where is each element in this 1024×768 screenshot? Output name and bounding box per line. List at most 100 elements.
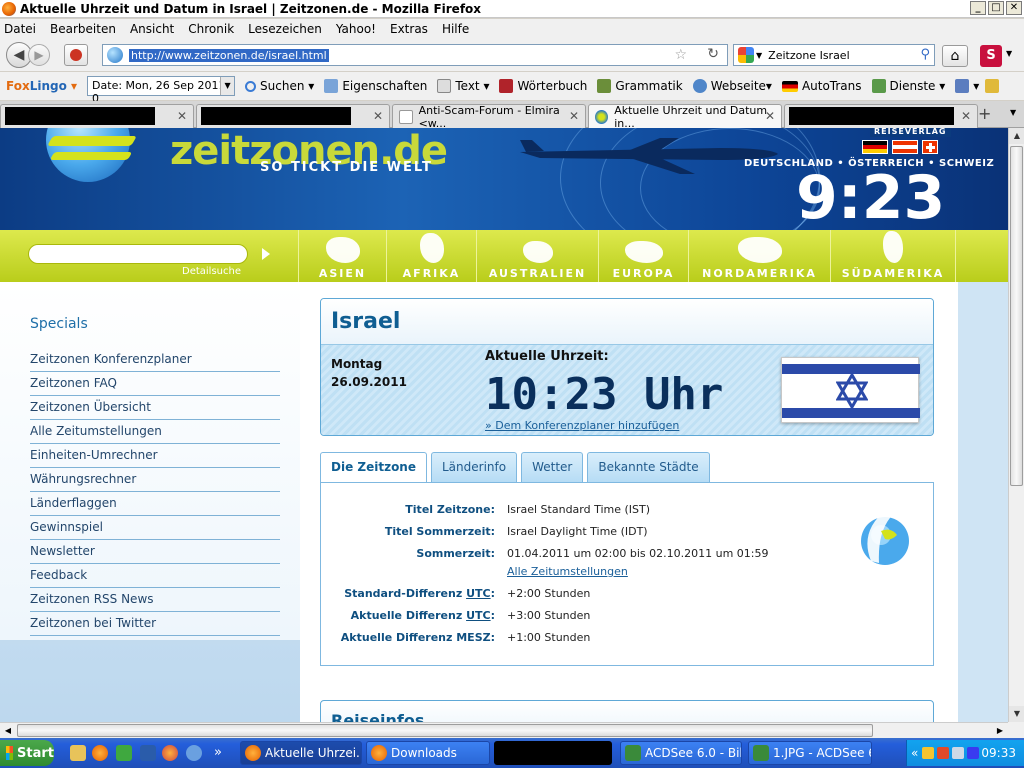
date-select[interactable]: Date: Mon, 26 Sep 2011 0 ▼	[87, 76, 236, 105]
toolbar-tools[interactable]: ▾	[955, 79, 1003, 93]
foxlingo-logo[interactable]: FoxLingo ▾	[6, 79, 77, 93]
site-identity-icon[interactable]	[107, 47, 123, 63]
browser-tab[interactable]: ✕	[784, 104, 978, 128]
utc-link[interactable]: UTC	[466, 587, 491, 600]
germany-flag-icon[interactable]	[862, 140, 888, 154]
scroll-thumb[interactable]	[17, 724, 873, 737]
toolbar-eigenschaften[interactable]: Eigenschaften	[324, 79, 427, 93]
tray-network-icon[interactable]	[952, 747, 965, 759]
toolbar-suchen[interactable]: Suchen ▾	[245, 79, 314, 93]
close-button[interactable]: ✕	[1006, 1, 1022, 15]
horizontal-scrollbar[interactable]: ◀ ▶	[0, 722, 1008, 738]
chevron-down-icon[interactable]: ▼	[220, 77, 235, 95]
close-tab-icon[interactable]: ✕	[373, 109, 383, 123]
reload-icon[interactable]: ↻	[707, 46, 719, 62]
tab-bekannte-staedte[interactable]: Bekannte Städte	[587, 452, 710, 482]
specials-item[interactable]: Zeitzonen bei Twitter	[30, 612, 280, 636]
specials-item[interactable]: Einheiten-Umrechner	[30, 444, 280, 468]
quicklaunch-more-icon[interactable]: »	[214, 745, 226, 761]
browser-tab[interactable]: ✕	[196, 104, 390, 128]
tray-expand-icon[interactable]: «	[911, 746, 918, 760]
browser-tab[interactable]: ✕	[0, 104, 194, 128]
menu-yahoo[interactable]: Yahoo!	[336, 22, 376, 36]
close-tab-icon[interactable]: ✕	[569, 109, 579, 123]
toolbar-dienste[interactable]: Dienste ▾	[871, 79, 945, 93]
search-input[interactable]: Zeitzone Israel	[768, 49, 849, 62]
scroll-left-icon[interactable]: ◀	[0, 723, 16, 739]
search-icon[interactable]: ⚲	[920, 47, 930, 62]
scroll-right-icon[interactable]: ▶	[992, 723, 1008, 739]
folder-icon[interactable]	[70, 745, 86, 761]
specials-item[interactable]: Währungsrechner	[30, 468, 280, 492]
app-quicklaunch-icon[interactable]	[116, 745, 132, 761]
continent-asien[interactable]: ASIEN	[298, 230, 386, 282]
tab-die-zeitzone[interactable]: Die Zeitzone	[320, 452, 427, 483]
continent-afrika[interactable]: AFRIKA	[386, 230, 476, 282]
taskbar-item-redacted[interactable]	[494, 741, 612, 765]
firefox-quicklaunch-icon[interactable]	[92, 745, 108, 761]
new-tab-icon[interactable]: +	[978, 104, 991, 123]
tab-wetter[interactable]: Wetter	[521, 452, 584, 482]
scroll-up-icon[interactable]: ▲	[1009, 128, 1024, 144]
media-player-icon[interactable]	[186, 745, 202, 761]
tray-app-icon[interactable]	[922, 747, 935, 759]
forward-button[interactable]: ▶	[28, 44, 50, 66]
continent-australien[interactable]: AUSTRALIEN	[476, 230, 598, 282]
scroll-down-icon[interactable]: ▼	[1009, 706, 1024, 722]
taskbar-item-acdsee[interactable]: ACDSee 6.0 - Bild...	[620, 741, 742, 765]
specials-item[interactable]: Zeitzonen Konferenzplaner	[30, 348, 280, 372]
specials-item[interactable]: Alle Zeitumstellungen	[30, 420, 280, 444]
continent-europa[interactable]: EUROPA	[598, 230, 688, 282]
toolbar-webseite[interactable]: Webseite ▾	[692, 79, 772, 93]
maximize-button[interactable]: □	[988, 1, 1004, 15]
menu-datei[interactable]: Datei	[4, 22, 36, 36]
menu-hilfe[interactable]: Hilfe	[442, 22, 469, 36]
toolbar-text[interactable]: Text ▾	[437, 79, 489, 93]
specials-item[interactable]: Gewinnspiel	[30, 516, 280, 540]
menu-extras[interactable]: Extras	[390, 22, 428, 36]
browser-tab[interactable]: Anti-Scam-Forum - Elmira <w... ✕	[392, 104, 586, 130]
toolbar-woerterbuch[interactable]: Wörterbuch	[499, 79, 587, 93]
toolbar-grammatik[interactable]: Grammatik	[597, 79, 683, 93]
search-engine-icon[interactable]	[738, 47, 754, 63]
switzerland-flag-icon[interactable]	[922, 140, 938, 154]
start-button[interactable]: Start	[0, 740, 54, 766]
bookmark-star-icon[interactable]: ☆	[674, 47, 687, 63]
taskbar-item-acdsee-jpg[interactable]: 1.JPG - ACDSee 6.0	[748, 741, 872, 765]
tray-signal-icon[interactable]	[967, 747, 980, 759]
s-addon-button[interactable]: S	[980, 45, 1002, 67]
browser-quicklaunch-icon[interactable]	[162, 745, 178, 761]
tab-laenderinfo[interactable]: Länderinfo	[431, 452, 518, 482]
austria-flag-icon[interactable]	[892, 140, 918, 154]
specials-item[interactable]: Newsletter	[30, 540, 280, 564]
toolbar-autotrans[interactable]: AutoTrans	[781, 79, 862, 93]
menu-ansicht[interactable]: Ansicht	[130, 22, 174, 36]
specials-item[interactable]: Zeitzonen FAQ	[30, 372, 280, 396]
close-tab-icon[interactable]: ✕	[961, 109, 971, 123]
all-time-changes-link[interactable]: Alle Zeitumstellungen	[507, 565, 628, 578]
search-submit-icon[interactable]	[262, 248, 270, 260]
close-tab-icon[interactable]: ✕	[765, 109, 775, 123]
scroll-thumb[interactable]	[1010, 146, 1023, 486]
continent-nordamerika[interactable]: NORDAMERIKA	[688, 230, 830, 282]
url-bar[interactable]: http://www.zeitzonen.de/israel.html ☆ ↻	[102, 44, 728, 66]
utc-link[interactable]: UTC	[466, 609, 491, 622]
vertical-scrollbar[interactable]: ▲ ▼	[1008, 128, 1024, 722]
browser-tab-active[interactable]: Aktuelle Uhrzeit und Datum in... ✕	[588, 104, 782, 130]
detailsuche-link[interactable]: Detailsuche	[182, 266, 241, 277]
menu-chronik[interactable]: Chronik	[188, 22, 234, 36]
close-tab-icon[interactable]: ✕	[177, 109, 187, 123]
site-search-input[interactable]	[28, 244, 248, 264]
s-addon-dropdown-icon[interactable]: ▼	[1006, 49, 1012, 58]
tab-list-icon[interactable]: ▼	[1010, 108, 1016, 117]
tray-security-icon[interactable]	[937, 747, 950, 759]
word-icon[interactable]	[140, 745, 156, 761]
add-to-planner-link[interactable]: » Dem Konferenzplaner hinzufügen	[485, 419, 679, 432]
minimize-button[interactable]: _	[970, 1, 986, 15]
menu-lesezeichen[interactable]: Lesezeichen	[248, 22, 322, 36]
continent-suedamerika[interactable]: SÜDAMERIKA	[830, 230, 956, 282]
taskbar-item-firefox[interactable]: Aktuelle Uhrzei...	[240, 741, 362, 765]
home-button[interactable]: ⌂	[942, 45, 968, 67]
specials-item[interactable]: Länderflaggen	[30, 492, 280, 516]
search-bar[interactable]: ▼ Zeitzone Israel ⚲	[733, 44, 935, 66]
